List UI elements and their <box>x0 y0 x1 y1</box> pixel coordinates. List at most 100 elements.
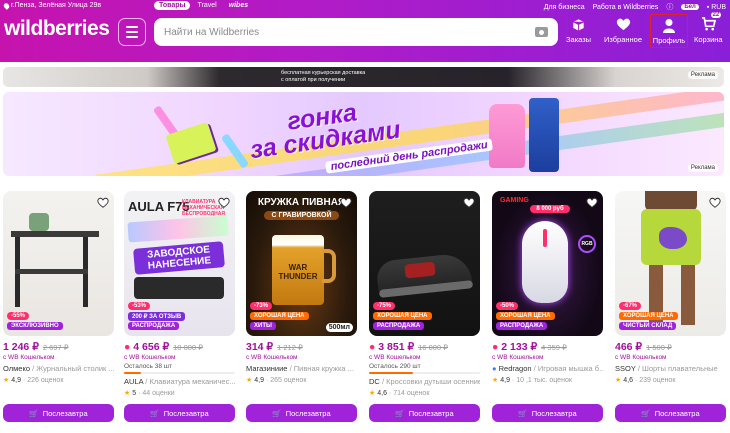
buy-button-label: Послезавтра <box>408 408 454 418</box>
product-title[interactable]: DC / Кроссовки дутыши осенние ... <box>369 377 480 386</box>
buy-button[interactable]: 🛒 Послезавтра <box>124 404 235 422</box>
menu-button[interactable] <box>118 18 146 46</box>
product-image[interactable]: -55% ЭКСКЛЮЗИВНО <box>3 191 114 336</box>
buy-button-label: Послезавтра <box>163 408 209 418</box>
favorite-heart-icon[interactable] <box>708 195 722 209</box>
wildberries-logo[interactable]: wildberries <box>4 17 110 41</box>
product-title[interactable]: Олмеко / Журнальный столик ... <box>3 364 114 373</box>
product-image[interactable]: AULA F75 КЛАВИАТУРА МЕХАНИЧЕСКАЯ БЕСПРОВ… <box>124 191 235 336</box>
star-icon: ★ <box>3 377 10 384</box>
favorite-heart-icon[interactable] <box>339 195 353 209</box>
rating-value: 4,9 <box>254 377 264 384</box>
product-card[interactable]: AULA F75 КЛАВИАТУРА МЕХАНИЧЕСКАЯ БЕСПРОВ… <box>124 191 235 433</box>
ad-strip-line-2: с оплатой при получении <box>281 76 346 83</box>
brand: Redragon <box>498 364 532 373</box>
brand: Магазиниие <box>246 364 288 373</box>
promo-title: гонка за скидками <box>246 96 402 164</box>
favorite-heart-icon[interactable] <box>96 195 110 209</box>
nav-profile[interactable]: Профиль <box>650 14 688 48</box>
stock-progress <box>369 372 480 374</box>
product-card[interactable]: КРУЖКА ПИВНАЯ С ГРАВИРОВКОЙ WAR THUNDER … <box>246 191 357 433</box>
old-price: 10 000 ₽ <box>173 343 203 352</box>
product-card[interactable]: -75% ХОРОШАЯ ЦЕНА РАСПРОДАЖА ● 3 851 ₽ 1… <box>369 191 480 433</box>
rating-value: 4,9 <box>11 377 21 384</box>
star-icon: ★ <box>124 390 131 397</box>
cart-icon: 🛒 <box>272 408 282 418</box>
discount-badge: -53% <box>128 302 151 310</box>
brand: Олмеко <box>3 364 30 373</box>
favorite-heart-icon[interactable] <box>462 195 476 209</box>
tab-goods[interactable]: Товары <box>154 1 191 10</box>
favorite-heart-icon[interactable] <box>585 195 599 209</box>
product-title[interactable]: Магазиниие / Пивная кружка ... <box>246 364 357 373</box>
rating-value: 5 <box>132 390 137 397</box>
rating-value: 4,9 <box>500 377 510 384</box>
fire-icon: ● <box>124 341 131 353</box>
reviews-count: 44 оценки <box>142 390 175 397</box>
location-link[interactable]: г.Пенза, Зелёная Улица 29в <box>2 1 102 10</box>
product-image[interactable]: GAMING 8 000 руб RGB -50% ХОРОШАЯ ЦЕНА Р… <box>492 191 603 336</box>
burger-line <box>126 35 138 38</box>
stock-note: Осталось 38 шт <box>124 363 172 370</box>
language-pill[interactable]: Бел <box>681 4 699 10</box>
delivery-ad-banner[interactable]: бесплатная курьерская доставка с оплатой… <box>3 67 724 87</box>
product-title[interactable]: AULA / Клавиатура механичес... <box>124 377 235 386</box>
favorite-heart-icon[interactable] <box>217 195 231 209</box>
reviews-count: 239 оценок <box>639 377 676 384</box>
product-image[interactable]: КРУЖКА ПИВНАЯ С ГРАВИРОВКОЙ WAR THUNDER … <box>246 191 357 336</box>
ad-label: Реклама <box>687 164 718 172</box>
product-image[interactable]: -75% ХОРОШАЯ ЦЕНА РАСПРОДАЖА <box>369 191 480 336</box>
currency-selector[interactable]: ▪ RUB <box>707 4 726 11</box>
tab-wibes[interactable]: wibes <box>224 1 253 10</box>
rating: ★ 5 · 44 оценки <box>124 390 175 397</box>
cart-icon: 🛒 <box>150 408 160 418</box>
rating-value: 4,6 <box>377 390 387 397</box>
work-link[interactable]: Работа в Wildberries <box>593 4 659 11</box>
price-row: 314 ₽ 1 212 ₽ <box>246 341 357 353</box>
product-name: / Журнальный столик ... <box>32 364 114 373</box>
search-input[interactable] <box>164 26 535 38</box>
ad-strip-line-1: бесплатная курьерская доставка <box>281 70 366 76</box>
nav-cart[interactable]: 22 Корзина <box>694 12 723 44</box>
nav-favorites[interactable]: Избранное <box>604 16 642 44</box>
sale-promo-banner[interactable]: гонка за скидками последний день распрод… <box>3 92 724 176</box>
location-text: г.Пенза, Зелёная Улица 29в <box>11 2 102 9</box>
promo-badge: 200 ₽ ЗА ОТЗЫВ <box>128 312 186 321</box>
buy-button[interactable]: 🛒 Послезавтра <box>615 404 726 422</box>
camera-search-icon[interactable] <box>535 27 548 37</box>
star-icon: ★ <box>615 377 622 384</box>
rating: ★ 4,9 · 226 оценок <box>3 377 64 384</box>
nav-orders[interactable]: Заказы <box>566 16 591 44</box>
buy-button[interactable]: 🛒 Послезавтра <box>3 404 114 422</box>
product-title[interactable]: ● Redragon / Игровая мышка б... <box>492 364 603 373</box>
product-image[interactable]: -67% ХОРОШАЯ ЦЕНА ЧИСТЫЙ СКЛАД <box>615 191 726 336</box>
product-title[interactable]: SSOY / Шорты плавательные <box>615 364 726 373</box>
rating: ★ 4,9 · 10 ,1 тыс. оценок <box>492 377 572 384</box>
buy-button[interactable]: 🛒 Послезавтра <box>246 404 357 422</box>
tab-travel[interactable]: Travel <box>192 1 221 10</box>
rating: ★ 4,6 · 714 оценок <box>369 390 430 397</box>
product-card[interactable]: -55% ЭКСКЛЮЗИВНО 1 246 ₽ 2 697 ₽ с WB Ко… <box>3 191 114 433</box>
cart-icon: 🛒 <box>29 408 39 418</box>
wallet-note: с WB Кошельком <box>369 354 421 361</box>
product-card[interactable]: -67% ХОРОШАЯ ЦЕНА ЧИСТЫЙ СКЛАД 466 ₽ 1 5… <box>615 191 726 433</box>
discount-badge: -75% <box>373 302 396 310</box>
brand: AULA <box>124 377 144 386</box>
business-link[interactable]: Для бизнеса <box>544 4 585 11</box>
wallet-note: с WB Кошельком <box>615 354 667 361</box>
price: 1 246 ₽ <box>3 341 39 353</box>
buy-button[interactable]: 🛒 Послезавтра <box>492 404 603 422</box>
image-banner: ЗАВОДСКОЕ НАНЕСЕНИЕ <box>133 241 225 275</box>
info-icon[interactable]: ⓘ <box>666 2 673 12</box>
buy-button[interactable]: 🛒 Послезавтра <box>369 404 480 422</box>
wallet-note: с WB Кошельком <box>492 354 544 361</box>
product-card[interactable]: GAMING 8 000 руб RGB -50% ХОРОШАЯ ЦЕНА Р… <box>492 191 603 433</box>
price-row: ● 4 656 ₽ 10 000 ₽ <box>124 341 235 353</box>
label-badge: ЭКСКЛЮЗИВНО <box>7 322 63 330</box>
label-badge: ХИТЫ <box>250 322 276 330</box>
label-badge: РАСПРОДАЖА <box>373 322 425 330</box>
image-subtitle: С ГРАВИРОВКОЙ <box>264 211 339 220</box>
label-badge: ЧИСТЫЙ СКЛАД <box>619 322 677 330</box>
header: г.Пенза, Зелёная Улица 29в Товары Travel… <box>0 0 730 62</box>
fire-icon: ● <box>369 341 376 353</box>
